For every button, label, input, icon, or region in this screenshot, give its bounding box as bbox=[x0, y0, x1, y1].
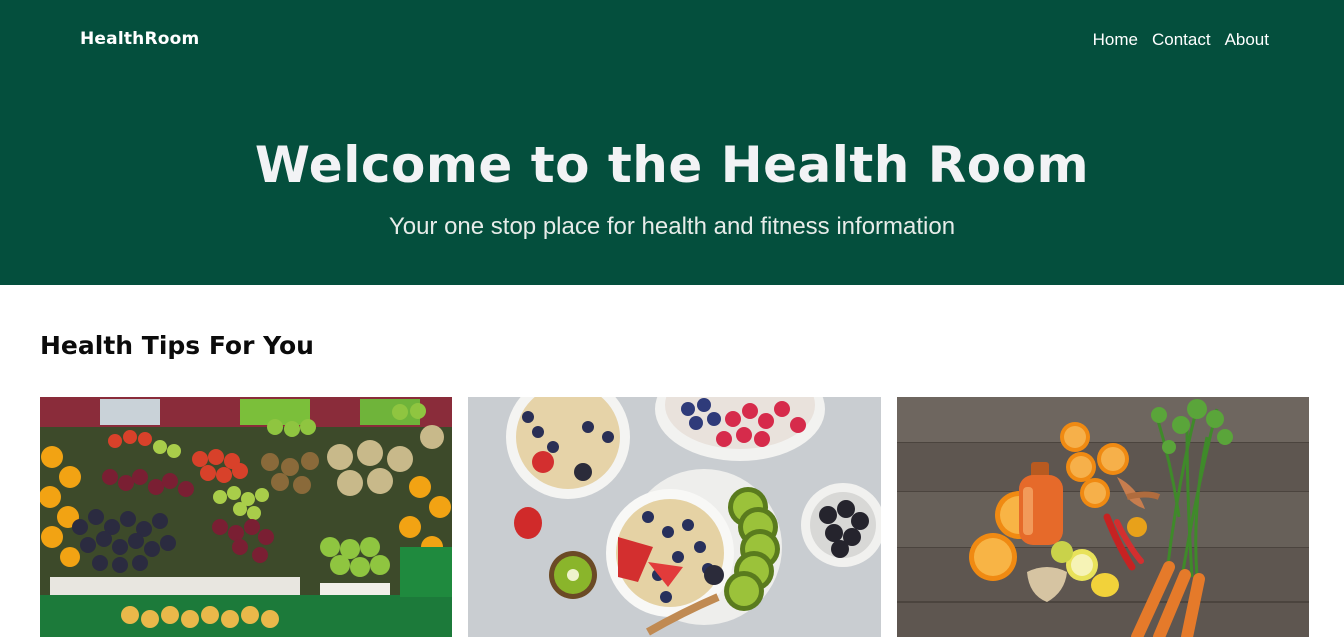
nav-about-link[interactable]: About bbox=[1225, 30, 1269, 50]
tip-card-juice-vegetables[interactable] bbox=[897, 397, 1309, 637]
hero-title: Welcome to the Health Room bbox=[254, 136, 1090, 194]
juice-vegetables-image bbox=[897, 397, 1309, 637]
nav-contact-link[interactable]: Contact bbox=[1152, 30, 1211, 50]
tip-card-oatmeal-berries[interactable] bbox=[468, 397, 881, 637]
section-title: Health Tips For You bbox=[40, 331, 314, 360]
hero-subtitle: Your one stop place for health and fitne… bbox=[388, 213, 956, 240]
hero-banner: HealthRoom Home Contact About Welcome to… bbox=[0, 0, 1344, 285]
oatmeal-berries-image bbox=[468, 397, 881, 637]
fruit-market-image bbox=[40, 397, 452, 637]
nav-home-link[interactable]: Home bbox=[1093, 30, 1138, 50]
tip-card-fruit-market[interactable] bbox=[40, 397, 452, 637]
main-nav: Home Contact About bbox=[1093, 30, 1269, 50]
site-logo[interactable]: HealthRoom bbox=[80, 29, 199, 49]
